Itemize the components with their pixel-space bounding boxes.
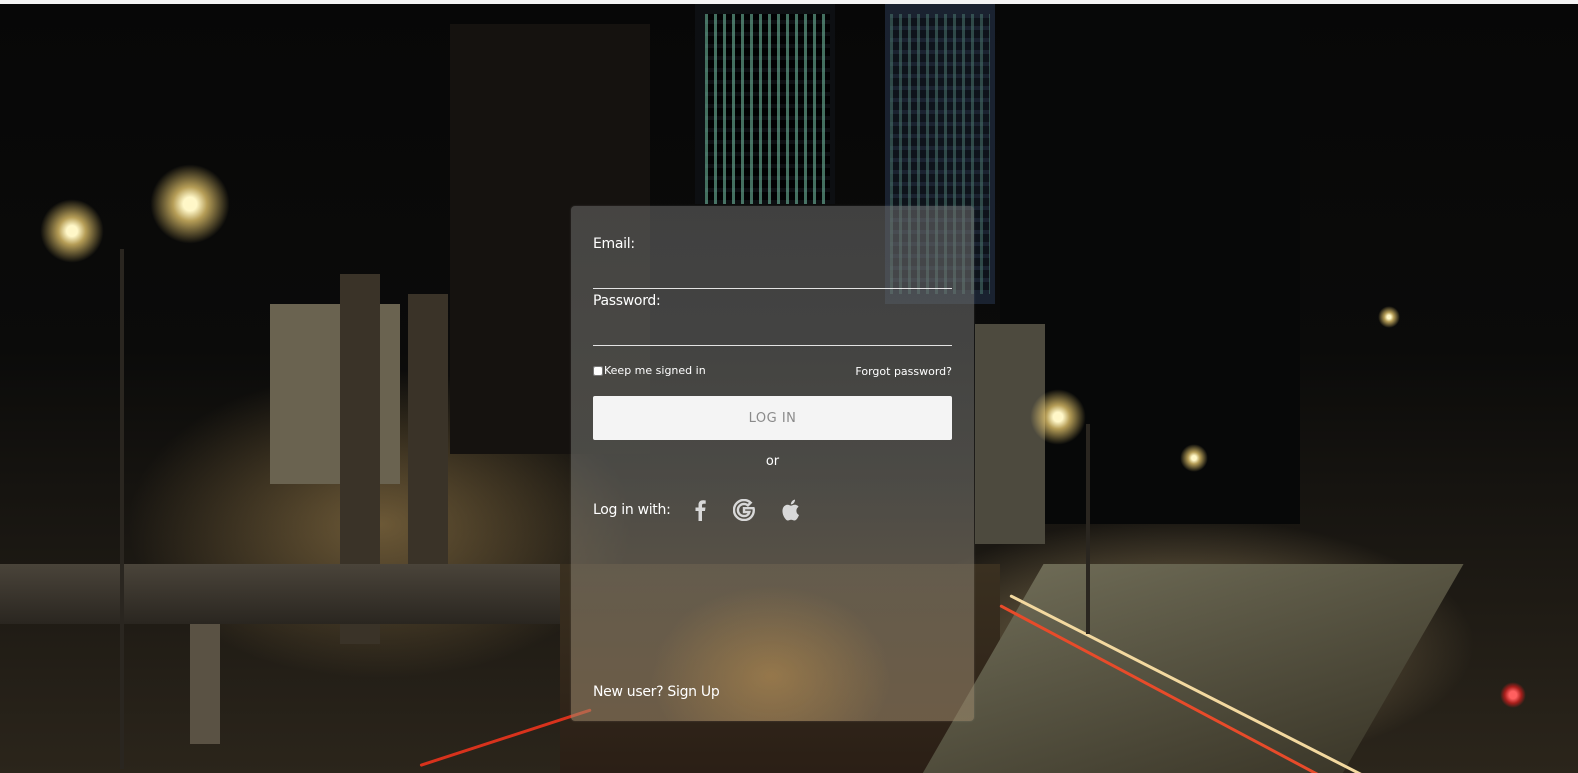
building (1000, 4, 1300, 524)
street-lamp (150, 164, 230, 244)
social-login-label: Log in with: (593, 502, 671, 518)
login-card: Email: Password: Keep me signed in Forgo… (571, 206, 974, 721)
google-icon[interactable] (732, 498, 756, 522)
signup-link[interactable]: Sign Up (667, 684, 719, 700)
password-label: Password: (593, 293, 661, 309)
forgot-password-link[interactable]: Forgot password? (855, 365, 952, 378)
street-lamp (40, 199, 104, 263)
building (975, 324, 1045, 544)
keep-signed-in-label: Keep me signed in (604, 364, 706, 377)
facebook-icon[interactable] (688, 498, 712, 522)
keep-signed-in[interactable]: Keep me signed in (593, 364, 706, 377)
building-windows (705, 14, 830, 204)
keep-signed-in-checkbox[interactable] (593, 365, 603, 376)
street-lamp (1180, 444, 1208, 472)
login-button[interactable]: LOG IN (593, 396, 952, 440)
overpass (0, 564, 580, 624)
email-field[interactable] (593, 266, 952, 289)
email-label: Email: (593, 236, 635, 252)
lamp-pole (120, 249, 124, 769)
apple-icon[interactable] (778, 498, 802, 522)
password-field[interactable] (593, 323, 952, 346)
or-divider: or (765, 454, 780, 469)
building-lit-floor (270, 304, 400, 484)
traffic-light (1500, 682, 1526, 708)
pillar (190, 604, 220, 744)
lamp-pole (1086, 424, 1090, 634)
signup-prompt: New user? Sign Up (593, 684, 720, 700)
street-lamp (1030, 389, 1086, 445)
street-lamp (1378, 306, 1400, 328)
signup-prefix: New user? (593, 684, 664, 700)
